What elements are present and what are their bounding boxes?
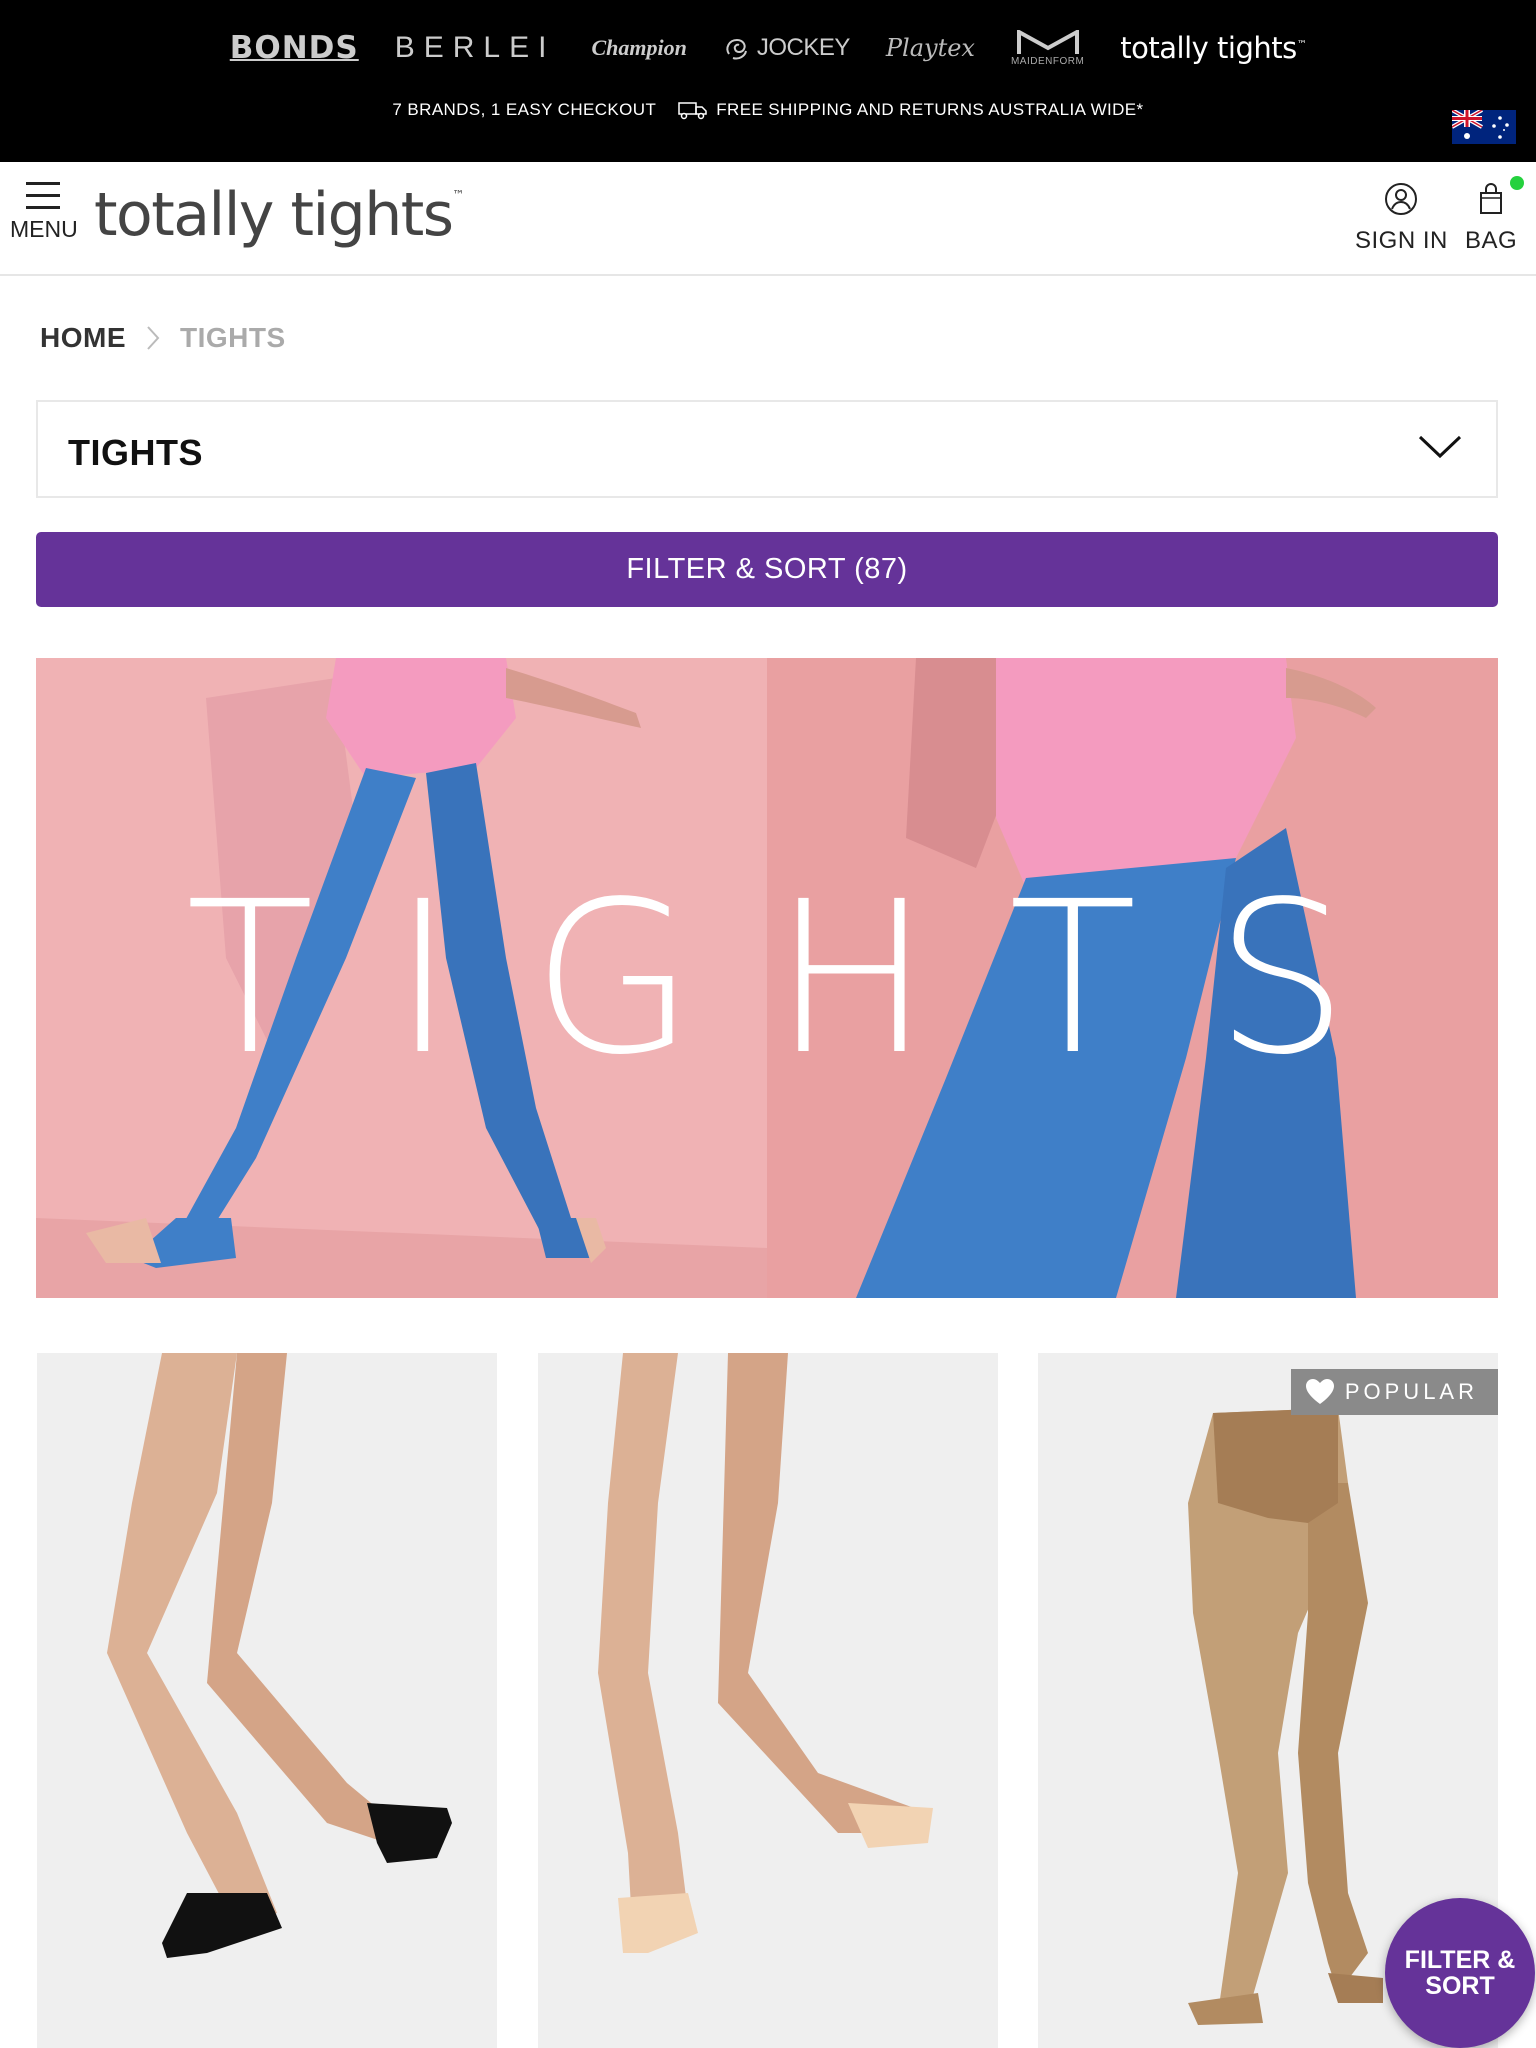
breadcrumb-home[interactable]: HOME	[40, 322, 126, 354]
promo-shipping: FREE SHIPPING AND RETURNS AUSTRALIA WIDE…	[716, 100, 1144, 119]
product-image-nude-liner	[538, 1353, 998, 2048]
brand-link-playtex[interactable]: Playtex	[868, 34, 993, 62]
chevron-right-icon	[147, 326, 160, 350]
hero-title: TIGHTS	[185, 855, 1427, 1101]
breadcrumb: HOME TIGHTS	[40, 322, 286, 354]
hero-banner: TIGHTS	[36, 658, 1498, 1298]
truck-icon	[678, 102, 707, 120]
product-image-black-liner	[37, 1353, 497, 2048]
category-dropdown[interactable]: TIGHTS	[36, 400, 1498, 498]
jockey-logo-text: JOCKEY	[756, 34, 851, 61]
chevron-down-icon	[1418, 435, 1462, 459]
logo-text: totally tights	[94, 180, 454, 250]
tt-trademark: ™	[1296, 39, 1307, 51]
logo-trademark: ™	[452, 188, 465, 202]
maidenform-m-icon	[1016, 29, 1079, 54]
maidenform-logo-text: MAIDENFORM	[1010, 55, 1085, 67]
site-logo[interactable]: totally tights™	[94, 180, 465, 250]
user-icon	[1385, 183, 1418, 215]
product-card[interactable]	[538, 1353, 998, 2048]
promo-strip: 7 BRANDS, 1 EASY CHECKOUT FREE SHIPPING …	[0, 100, 1536, 120]
category-dropdown-value: TIGHTS	[68, 432, 203, 473]
fab-label-line1: FILTER &	[1404, 1946, 1516, 1974]
brand-link-bonds[interactable]: BONDS	[212, 30, 377, 66]
promo-checkout: 7 BRANDS, 1 EASY CHECKOUT	[392, 100, 657, 119]
brand-link-jockey[interactable]: JOCKEY	[705, 34, 868, 62]
menu-label: MENU	[10, 216, 78, 242]
popular-badge: POPULAR	[1290, 1369, 1498, 1415]
tt-logo-text: totally tights	[1120, 31, 1297, 65]
product-card[interactable]	[37, 1353, 497, 2048]
champion-logo-text: Champion	[591, 35, 687, 60]
bag-status-dot	[1510, 176, 1524, 190]
filter-sort-button[interactable]: FILTER & SORT (87)	[36, 532, 1498, 607]
site-header: MENU totally tights™ SIGN IN BAG	[0, 162, 1536, 276]
bag-button[interactable]: BAG	[1465, 182, 1517, 255]
jockey-logo-icon	[726, 38, 747, 60]
brand-link-maidenform[interactable]: MAIDENFORM	[993, 29, 1102, 67]
brand-link-champion[interactable]: Champion	[573, 35, 704, 61]
hamburger-icon	[10, 180, 76, 209]
brand-links: BONDS BERLEI Champion JOCKEY Playtex MAI…	[0, 18, 1536, 78]
promo-shipping-item[interactable]: FREE SHIPPING AND RETURNS AUSTRALIA WIDE…	[678, 100, 1143, 120]
brand-link-berlei[interactable]: BERLEI	[377, 31, 574, 65]
breadcrumb-current: TIGHTS	[180, 322, 286, 353]
brand-bar: BONDS BERLEI Champion JOCKEY Playtex MAI…	[0, 0, 1536, 162]
sign-in-label: SIGN IN	[1355, 227, 1448, 254]
popular-badge-label: POPULAR	[1344, 1379, 1478, 1404]
heart-icon	[1305, 1379, 1334, 1404]
sign-in-button[interactable]: SIGN IN	[1355, 182, 1448, 255]
bag-label: BAG	[1465, 227, 1518, 254]
australia-flag-icon[interactable]	[1452, 110, 1516, 144]
fab-label-line2: SORT	[1425, 1972, 1495, 2000]
floating-filter-sort-button[interactable]: FILTER & SORT	[1385, 1898, 1535, 2048]
shopping-bag-icon	[1480, 183, 1503, 214]
brand-link-totally-tights[interactable]: totally tights™	[1102, 31, 1324, 65]
menu-button[interactable]: MENU	[10, 180, 78, 243]
